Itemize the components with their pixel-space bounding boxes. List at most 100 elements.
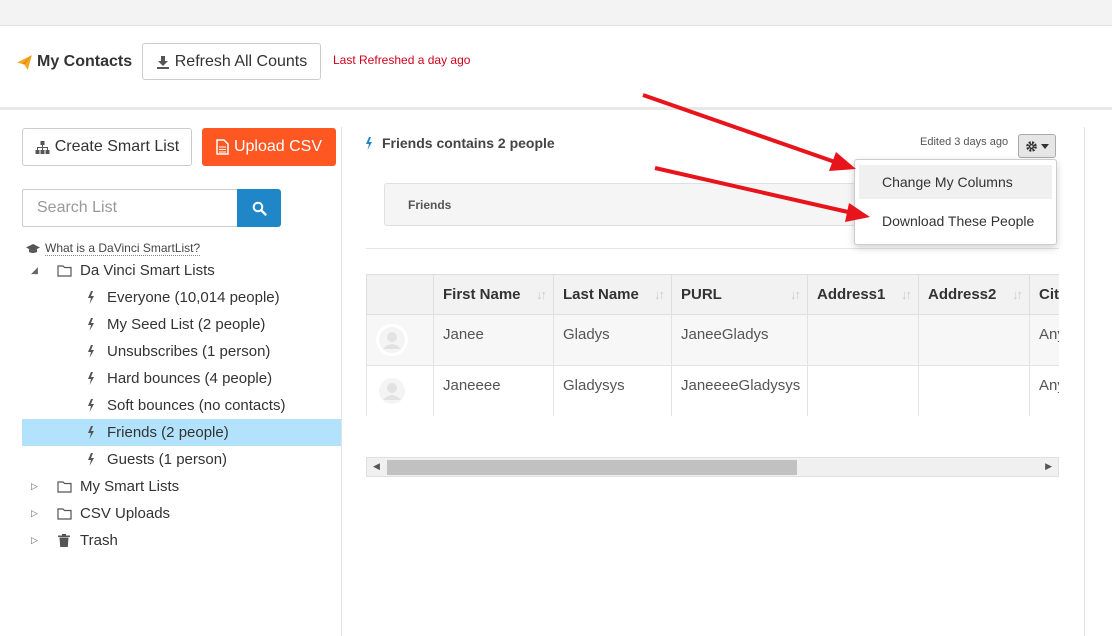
download-these-people-item[interactable]: Download These People (859, 204, 1052, 238)
table-cell: Any (1029, 365, 1059, 416)
caret-right-icon[interactable]: ▷ (31, 535, 38, 546)
caret-down-icon[interactable]: ◢ (31, 265, 38, 276)
tree-folder-label: Da Vinci Smart Lists (80, 262, 215, 279)
what-is-smartlist-text: What is a DaVinci SmartList? (45, 241, 201, 256)
table-cell: JaneeGladys (671, 314, 808, 366)
search-button[interactable] (237, 189, 281, 227)
gear-icon (1026, 140, 1037, 152)
table-cell: Janeeee (433, 365, 554, 416)
user-icon (379, 327, 405, 353)
sidebar-divider (341, 127, 342, 636)
tree-item-selected[interactable]: Friends (2 people) (22, 419, 341, 446)
table-cell (918, 365, 1030, 416)
sort-icon[interactable]: ↓↑ (1012, 287, 1023, 302)
horizontal-scrollbar[interactable]: ◀ ▶ (366, 457, 1059, 477)
create-smart-list-button[interactable]: Create Smart List (22, 128, 192, 166)
table-row[interactable]: Janee Gladys JaneeGladys Any (366, 314, 1059, 366)
what-is-smartlist-link[interactable]: What is a DaVinci SmartList? (26, 241, 201, 256)
tree-folder-da-vinci[interactable]: ◢ Da Vinci Smart Lists (22, 257, 341, 284)
avatar-cell (366, 314, 434, 366)
column-header-label: Last Name (563, 286, 639, 303)
scroll-left-icon[interactable]: ◀ (373, 461, 380, 472)
column-header[interactable]: PURL ↓↑ (671, 274, 808, 315)
tree-folder-trash[interactable]: ▷ Trash (22, 527, 341, 554)
tree-item-label: My Seed List (2 people) (107, 316, 266, 333)
trash-icon (58, 534, 70, 547)
tree-folder-csv-uploads[interactable]: ▷ CSV Uploads (22, 500, 341, 527)
settings-dropdown-button[interactable] (1018, 134, 1056, 158)
avatar (376, 375, 408, 407)
sort-icon[interactable]: ↓↑ (536, 287, 547, 302)
list-title-text: Friends contains 2 people (382, 135, 555, 151)
scrollbar-thumb[interactable] (387, 460, 797, 475)
column-header-avatar (366, 274, 434, 315)
caret-down-icon (1041, 143, 1049, 149)
tree-folder-label: CSV Uploads (80, 505, 171, 522)
table-row[interactable]: Janeeee Gladysys JaneeeeGladysys Any (366, 365, 1059, 416)
sort-icon[interactable]: ↓↑ (790, 287, 801, 302)
bolt-icon (88, 291, 94, 304)
tree-item[interactable]: Soft bounces (no contacts) (22, 392, 341, 419)
tree-item-label: Hard bounces (4 people) (107, 370, 273, 387)
table-cell (807, 314, 919, 366)
paper-plane-icon (17, 54, 32, 70)
bolt-icon (88, 426, 94, 439)
tree-item-label: Guests (1 person) (107, 451, 228, 468)
column-header-label: Address1 (817, 286, 886, 303)
tree-item[interactable]: My Seed List (2 people) (22, 311, 341, 338)
page-title-text: My Contacts (37, 53, 133, 70)
table-cell: Janee (433, 314, 554, 366)
upload-csv-label: Upload CSV (233, 138, 323, 155)
table-cell: Gladys (553, 314, 672, 366)
top-strip (0, 0, 1112, 26)
tree-folder-my-smart-lists[interactable]: ▷ My Smart Lists (22, 473, 341, 500)
refresh-all-counts-button[interactable]: Refresh All Counts (142, 43, 321, 80)
sort-icon[interactable]: ↓↑ (654, 287, 665, 302)
bolt-icon (88, 318, 94, 331)
tree-item-label: Soft bounces (no contacts) (107, 397, 286, 414)
upload-csv-button[interactable]: Upload CSV (202, 128, 336, 166)
column-header-label: Address2 (928, 286, 997, 303)
tree-item-label: Friends (2 people) (107, 424, 229, 441)
last-refreshed-text: Last Refreshed a day ago (333, 53, 471, 67)
change-my-columns-item[interactable]: Change My Columns (859, 165, 1052, 199)
column-header[interactable]: First Name ↓↑ (433, 274, 554, 315)
user-icon (379, 378, 405, 404)
tree-item-label: Unsubscribes (1 person) (107, 343, 271, 360)
tree-item[interactable]: Everyone (10,014 people) (22, 284, 341, 311)
bolt-icon (88, 453, 94, 466)
create-smart-list-label: Create Smart List (54, 138, 180, 155)
column-header[interactable]: Cit (1029, 274, 1059, 315)
tree-folder-label: Trash (80, 532, 118, 549)
graduation-cap-icon (26, 243, 40, 253)
tree-item[interactable]: Guests (1 person) (22, 446, 341, 473)
contacts-table-wrapper: First Name ↓↑ Last Name ↓↑ PURL ↓↑ Address1… (366, 274, 1059, 416)
column-header[interactable]: Address2 ↓↑ (918, 274, 1030, 315)
sitemap-icon (35, 140, 50, 154)
bolt-icon (88, 345, 94, 358)
folder-icon (57, 508, 72, 520)
caret-right-icon[interactable]: ▷ (31, 508, 38, 519)
sort-icon[interactable]: ↓↑ (901, 287, 912, 302)
column-header-label: PURL (681, 286, 722, 303)
tree-item-label: Everyone (10,014 people) (107, 289, 280, 306)
list-title: Friends contains 2 people (365, 135, 555, 151)
search-list-input[interactable] (22, 189, 237, 227)
edited-timestamp: Edited 3 days ago (920, 136, 1009, 148)
search-icon (252, 201, 267, 216)
contacts-table: First Name ↓↑ Last Name ↓↑ PURL ↓↑ Address1… (366, 274, 1059, 416)
scroll-right-icon[interactable]: ▶ (1045, 461, 1052, 472)
tree-item[interactable]: Unsubscribes (1 person) (22, 338, 341, 365)
filter-criteria-label: Friends (408, 198, 452, 212)
column-header[interactable]: Last Name ↓↑ (553, 274, 672, 315)
table-cell (807, 365, 919, 416)
tree-folder-label: My Smart Lists (80, 478, 180, 495)
tree-item[interactable]: Hard bounces (4 people) (22, 365, 341, 392)
column-header[interactable]: Address1 ↓↑ (807, 274, 919, 315)
avatar (376, 324, 408, 356)
caret-right-icon[interactable]: ▷ (31, 481, 38, 492)
bolt-icon (366, 136, 372, 150)
column-header-label: Cit (1039, 286, 1059, 303)
bolt-icon (88, 399, 94, 412)
bolt-icon (88, 372, 94, 385)
